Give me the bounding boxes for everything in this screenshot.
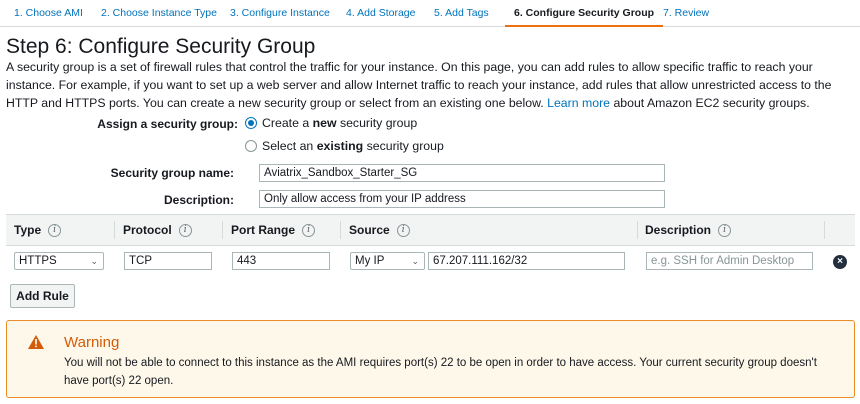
tab-review[interactable]: 7. Review (663, 0, 709, 27)
col-header-source-label: Source (349, 223, 390, 237)
warning-alert: Warning You will not be able to connect … (6, 320, 855, 398)
col-header-description: Description i (645, 215, 732, 245)
tab-choose-ami[interactable]: 1. Choose AMI (14, 0, 83, 27)
rule-type-select[interactable]: HTTPS ⌄ (14, 252, 104, 270)
add-rule-button[interactable]: Add Rule (10, 284, 75, 308)
intro-tail: about Amazon EC2 security groups. (613, 96, 810, 110)
rule-source-cidr-input[interactable] (428, 252, 625, 270)
security-group-name-input[interactable] (259, 164, 665, 182)
rule-type-value: HTTPS (19, 255, 57, 267)
rule-protocol-input[interactable] (124, 252, 212, 270)
column-divider (824, 221, 825, 239)
radio-create-pre: Create a (262, 116, 310, 130)
column-divider (222, 221, 223, 239)
radio-create-post: security group (339, 116, 418, 130)
tab-add-tags[interactable]: 5. Add Tags (434, 0, 489, 27)
rule-port-range-input[interactable] (232, 252, 330, 270)
col-header-port-range: Port Range i (231, 215, 316, 245)
rules-table-header: Type i Protocol i Port Range i Source i Desc… (6, 214, 855, 246)
remove-rule-icon[interactable]: × (833, 255, 847, 269)
radio-create-bold: new (312, 116, 337, 130)
col-header-protocol-label: Protocol (123, 223, 172, 237)
info-icon[interactable]: i (48, 223, 62, 237)
radio-select-existing-group[interactable]: Select an existing security group (245, 139, 444, 153)
info-icon[interactable]: i (718, 223, 732, 237)
chevron-down-icon: ⌄ (411, 256, 419, 266)
radio-create-new-group[interactable]: Create a new security group (245, 116, 417, 130)
col-header-description-label: Description (645, 223, 712, 237)
tab-choose-instance-type[interactable]: 2. Choose Instance Type (101, 0, 217, 27)
security-group-name-label: Security group name: (110, 166, 234, 180)
learn-more-link[interactable]: Learn more (547, 96, 610, 110)
description-label: Description: (163, 193, 234, 207)
tab-add-storage[interactable]: 4. Add Storage (346, 0, 415, 27)
column-divider (637, 221, 638, 239)
chevron-down-icon: ⌄ (90, 256, 98, 266)
col-header-type-label: Type (14, 223, 42, 237)
col-header-protocol: Protocol i (123, 215, 192, 245)
col-header-port-range-label: Port Range (231, 223, 296, 237)
column-divider (340, 221, 341, 239)
warning-message: You will not be able to connect to this … (64, 357, 817, 387)
col-header-type: Type i (14, 215, 62, 245)
description-input[interactable] (259, 190, 665, 208)
warning-title: Warning (64, 334, 120, 351)
tab-configure-security-group[interactable]: 6. Configure Security Group (505, 0, 664, 27)
radio-select-bold: existing (316, 139, 364, 153)
page-intro: A security group is a set of firewall ru… (6, 58, 858, 112)
warning-triangle-icon (28, 335, 44, 349)
column-divider (114, 221, 115, 239)
info-icon[interactable]: i (178, 223, 192, 237)
radio-select-post: security group (366, 139, 444, 153)
info-icon[interactable]: i (396, 223, 410, 237)
assign-group-label: Assign a security group: (97, 117, 238, 131)
tab-configure-instance[interactable]: 3. Configure Instance (230, 0, 330, 27)
radio-select-pre: Select an (262, 139, 314, 153)
rule-source-select[interactable]: My IP ⌄ (350, 252, 425, 270)
page-title: Step 6: Configure Security Group (6, 35, 316, 58)
rule-description-input[interactable] (646, 252, 813, 270)
wizard-tabs: 1. Choose AMI 2. Choose Instance Type 3.… (0, 0, 860, 27)
rule-source-type-value: My IP (355, 255, 385, 267)
radio-select-existing-indicator[interactable] (245, 140, 257, 152)
info-icon[interactable]: i (302, 223, 316, 237)
col-header-source: Source i (349, 215, 410, 245)
radio-create-new-indicator[interactable] (245, 117, 257, 129)
